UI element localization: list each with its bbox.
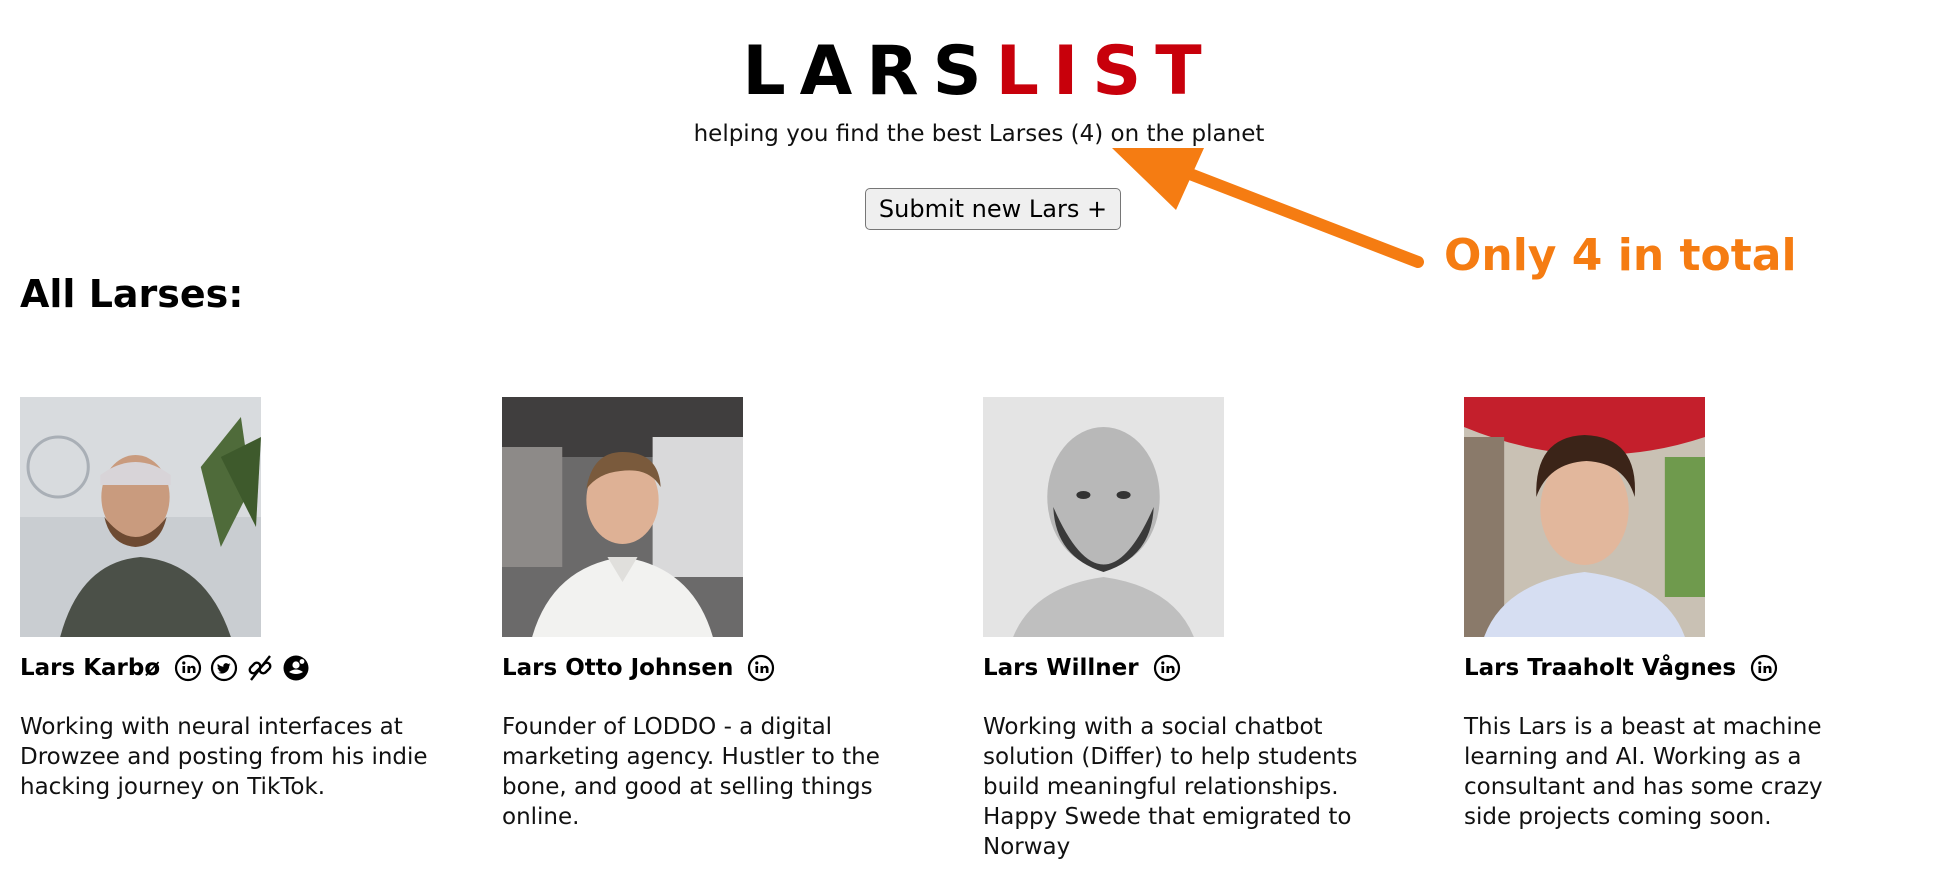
linkedin-icon[interactable] [174,654,202,682]
producthunt-icon[interactable] [282,654,310,682]
lars-name: Lars Otto Johnsen [502,655,734,681]
profile-photo [502,397,743,637]
lars-description: Founder of LODDO - a digital marketing a… [502,714,880,830]
lars-name: Lars Karbø [20,655,161,681]
submit-new-lars-button[interactable]: Submit new Lars + [865,188,1121,230]
profile-photo [20,397,261,637]
lars-card: Lars Otto Johnsen Founder of LODDO - a d… [502,397,942,832]
linkedin-icon[interactable] [747,654,775,682]
link-icon[interactable] [246,654,274,682]
section-title: All Larses: [20,272,244,316]
tagline: helping you find the best Larses (4) on … [693,121,1265,147]
lars-card: Lars Traaholt Vågnes This Lars is a beas… [1464,397,1904,832]
lars-name: Lars Traaholt Vågnes [1464,655,1737,681]
profile-photo [1464,397,1705,637]
twitter-icon[interactable] [210,654,238,682]
lars-description: This Lars is a beast at machine learning… [1464,714,1823,830]
linkedin-icon[interactable] [1153,654,1181,682]
logo-text-list: LIST [995,32,1216,111]
logo-text-lars: LARS [742,32,996,111]
profile-photo [983,397,1224,637]
logo[interactable]: LARSLIST [0,30,1958,114]
lars-card: Lars Willner Working with a social chatb… [983,397,1423,862]
lars-card: Lars Karbø Working with neural interface… [20,397,460,802]
lars-name: Lars Willner [983,655,1139,681]
lars-description: Working with a social chatbot solution (… [983,714,1358,860]
annotation-text: Only 4 in total [1444,230,1797,281]
lars-description: Working with neural interfaces at Drowze… [20,714,428,800]
linkedin-icon[interactable] [1750,654,1778,682]
